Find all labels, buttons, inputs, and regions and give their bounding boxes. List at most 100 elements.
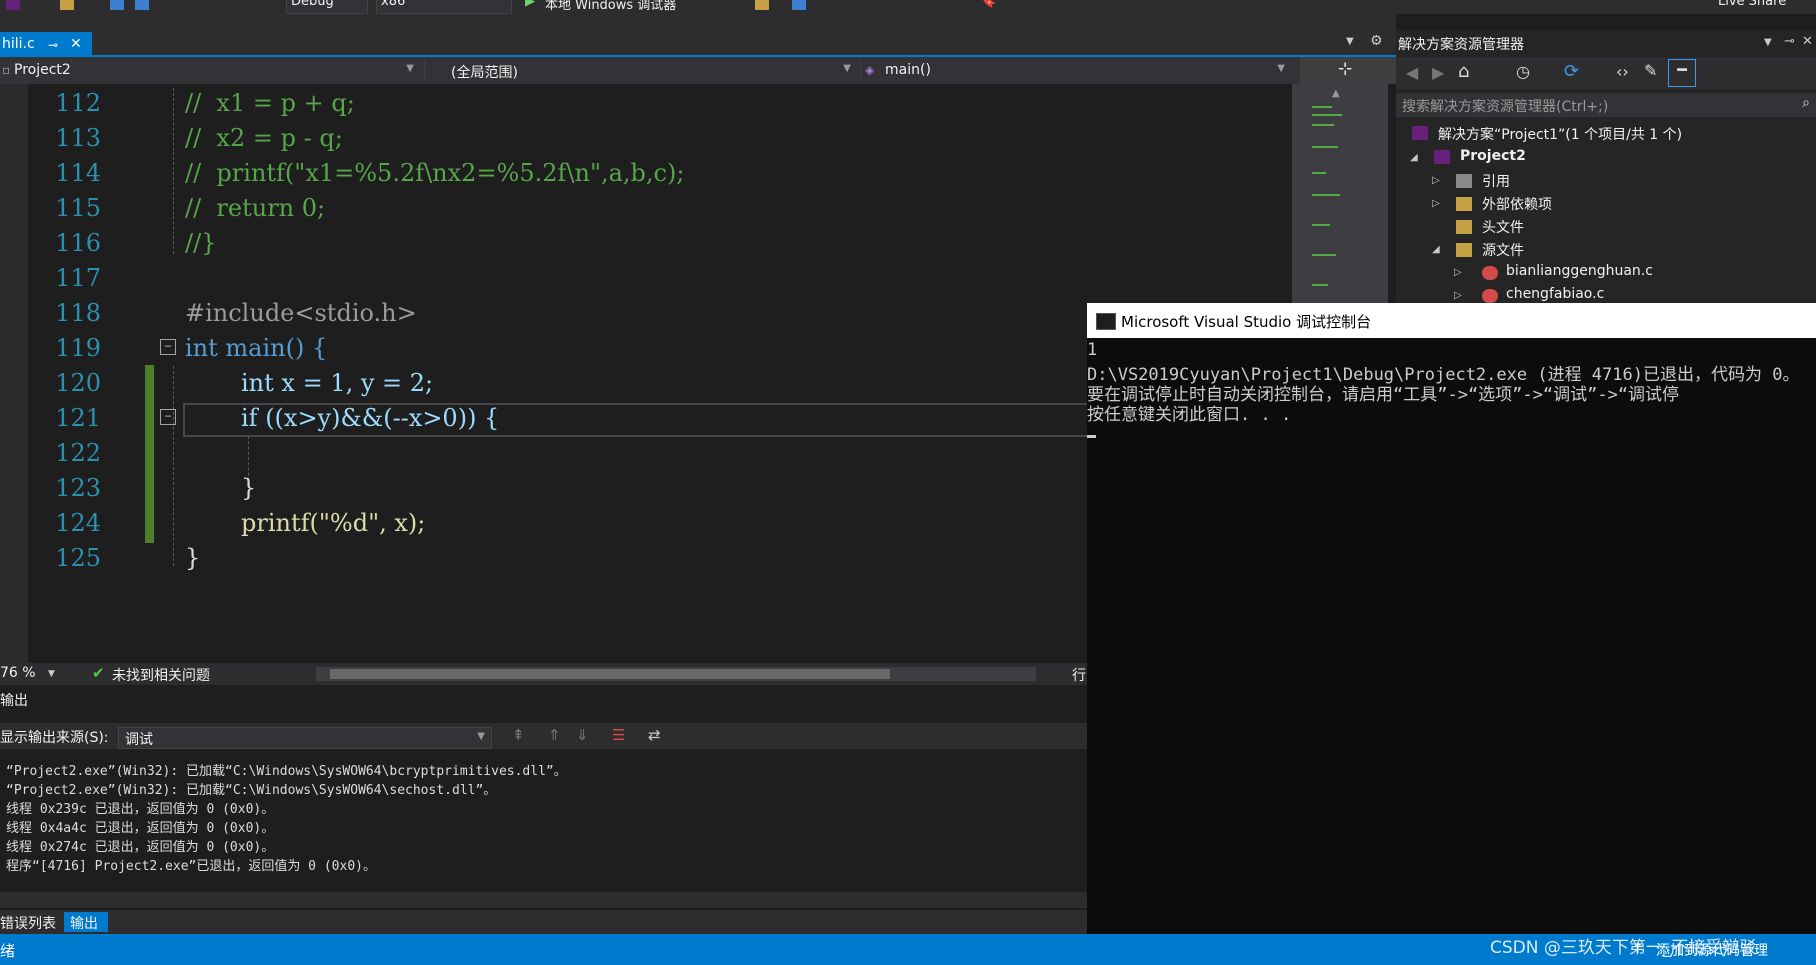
minimap-line [1312, 172, 1326, 174]
platform-select[interactable]: x86 [376, 0, 512, 14]
solution-search-input[interactable]: 搜索解决方案资源管理器(Ctrl+;) ⌕ [1396, 93, 1816, 117]
open-folder-icon[interactable] [60, 0, 74, 10]
word-wrap-icon[interactable]: ⇄ [648, 726, 661, 744]
tree-item-file[interactable]: chengfabiao.c [1506, 286, 1604, 302]
find-message-icon[interactable]: ⇞ [512, 726, 525, 744]
split-icon: ⊹ [1338, 59, 1353, 79]
pin-icon[interactable]: ⊸ [1784, 34, 1795, 49]
undo-icon[interactable] [6, 0, 20, 10]
watermark: CSDN @三玖天下第一_不接受辩驳 [1490, 938, 1757, 958]
search-icon[interactable]: ⌕ [1802, 95, 1810, 111]
code-line: 113 // x2 = p - q; [55, 124, 343, 152]
forward-icon[interactable]: ▶ [1432, 63, 1444, 82]
output-horizontal-scrollbar[interactable] [0, 892, 1090, 908]
project-icon [1434, 150, 1450, 164]
minimap-line [1312, 146, 1338, 148]
tab-error-list[interactable]: 错误列表 [0, 912, 62, 932]
issues-status[interactable]: 未找到相关问题 [112, 665, 210, 685]
tree-item-references[interactable]: 引用 [1482, 171, 1510, 191]
tree-item-project[interactable]: Project2 [1460, 148, 1526, 164]
scope-dropdown[interactable]: (全局范围) ▼ [424, 60, 857, 81]
solution-explorer-toolbar: ◀ ▶ ⌂ ◷ ⟳ ‹› ✎ ━ [1396, 57, 1816, 89]
console-line: 1 [1087, 340, 1098, 360]
scrollbar-thumb[interactable] [1292, 84, 1388, 304]
chevron-down-icon: ▼ [406, 63, 414, 74]
split-editor-button[interactable]: ⊹ [1300, 57, 1396, 84]
source-label: 显示输出来源(S): [0, 730, 109, 746]
zoom-level[interactable]: 76 % [0, 665, 36, 681]
chevron-down-icon: ▼ [477, 731, 485, 742]
close-icon[interactable]: ✕ [70, 36, 82, 52]
collapsed-icon[interactable]: ▷ [1454, 267, 1462, 278]
live-share-button[interactable]: Live Share [1718, 0, 1786, 9]
format-icon[interactable] [792, 0, 806, 10]
project-dropdown[interactable]: ▫ Project2 ▼ [0, 60, 420, 81]
chevron-down-icon: ▼ [1277, 63, 1285, 74]
c-file-icon [1482, 289, 1498, 303]
ready-status: 绪 [0, 942, 16, 960]
collapsed-icon[interactable]: ▷ [1432, 198, 1440, 209]
tab-hili-c[interactable]: hili.c ⊸ ✕ [0, 32, 92, 57]
chevron-down-icon: ▼ [843, 63, 851, 74]
save-icon[interactable] [110, 0, 124, 10]
collapsed-icon[interactable]: ▷ [1454, 290, 1462, 301]
tree-item-sources[interactable]: 源文件 [1482, 240, 1524, 260]
output-line: 程序“[4716] Project2.exe”已退出，返回值为 0 (0x0)。 [6, 859, 376, 874]
output-line: “Project2.exe”(Win32): 已加载“C:\Windows\Sy… [6, 783, 497, 798]
prev-message-icon[interactable]: ⇑ [548, 726, 561, 744]
output-source-select[interactable]: 调试 ▼ [118, 727, 492, 749]
next-message-icon[interactable]: ⇓ [576, 726, 589, 744]
external-deps-icon [1456, 197, 1472, 211]
function-dropdown[interactable]: ◈ main() ▼ [860, 60, 1291, 81]
tab-output[interactable]: 输出 [64, 912, 108, 932]
home-icon[interactable]: ⌂ [1458, 61, 1469, 82]
navigation-bar: ▫ Project2 ▼ (全局范围) ▼ ◈ main() ▼ [0, 57, 1300, 85]
sync-icon[interactable]: ⟳ [1564, 61, 1579, 82]
scrollbar-thumb[interactable] [330, 669, 890, 679]
clear-all-icon[interactable]: ☰ [612, 726, 625, 744]
code-line: 116 //} [55, 229, 217, 257]
expanded-icon[interactable]: ◢ [1432, 244, 1440, 255]
code-line: 114 // printf("x1=%5.2f\nx2=%5.2f\n",a,b… [55, 159, 685, 187]
gear-icon[interactable]: ⚙ [1370, 33, 1383, 49]
code-line: 112 // x1 = p + q; [55, 89, 355, 117]
c-file-icon [1482, 266, 1498, 280]
horizontal-scrollbar[interactable] [316, 667, 1036, 681]
chevron-down-icon[interactable]: ▼ [48, 669, 55, 679]
play-icon[interactable]: ▶ [525, 0, 535, 9]
tab-dropdown-icon[interactable]: ▼ [1346, 36, 1354, 47]
bottom-tool-tabs: 错误列表 输出 [0, 910, 1090, 934]
bookmark-icon[interactable]: 🔖 [980, 0, 996, 9]
tree-item-file[interactable]: bianlianggenghuan.c [1506, 263, 1653, 279]
minimap-line [1312, 124, 1334, 126]
pin-icon[interactable]: ⊸ [48, 38, 58, 52]
output-line: “Project2.exe”(Win32): 已加载“C:\Windows\Sy… [6, 764, 567, 779]
history-icon[interactable]: ◷ [1516, 62, 1530, 81]
minimap-line [1312, 106, 1332, 108]
save-all-icon[interactable] [135, 0, 149, 10]
back-icon[interactable]: ◀ [1406, 63, 1418, 82]
folder-icon [1456, 243, 1472, 257]
output-line: 线程 0x4a4c 已退出，返回值为 0 (0x0)。 [6, 821, 275, 836]
tab-label: hili.c [2, 36, 35, 52]
console-title-bar[interactable]: Microsoft Visual Studio 调试控制台 [1087, 303, 1816, 338]
close-icon[interactable]: ✕ [1802, 34, 1813, 49]
run-debugger-button[interactable]: 本地 Windows 调试器 [545, 0, 676, 13]
console-line: 按任意键关闭此窗口. . . [1087, 405, 1292, 425]
chevron-down-icon[interactable]: ▼ [1764, 37, 1772, 48]
find-icon[interactable] [755, 0, 769, 10]
tree-item-external-deps[interactable]: 外部依赖项 [1482, 194, 1552, 214]
solution-explorer-title: 解决方案资源管理器 [1398, 37, 1524, 53]
config-select[interactable]: Debug [286, 0, 368, 14]
output-line: 线程 0x274c 已退出，返回值为 0 (0x0)。 [6, 840, 275, 855]
folder-icon [1456, 220, 1472, 234]
tree-item-headers[interactable]: 头文件 [1482, 217, 1524, 237]
properties-icon[interactable]: ✎ [1644, 61, 1657, 80]
expanded-icon[interactable]: ◢ [1410, 152, 1418, 163]
scroll-up-icon[interactable]: ▲ [1332, 88, 1340, 99]
tree-item-solution[interactable]: 解决方案“Project1”(1 个项目/共 1 个) [1438, 124, 1682, 144]
preview-icon[interactable]: ━ [1668, 59, 1696, 87]
code-view-icon[interactable]: ‹› [1616, 62, 1629, 81]
code-line: 117 [55, 264, 101, 292]
collapsed-icon[interactable]: ▷ [1432, 175, 1440, 186]
